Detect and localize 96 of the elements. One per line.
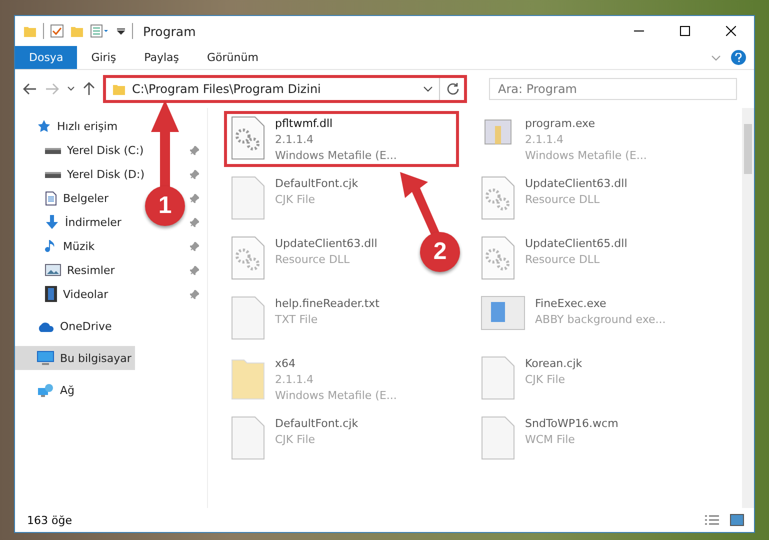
file-name: program.exe [525, 116, 596, 132]
file-item[interactable]: x64 2.1.1.4 Windows Metafile (E... [224, 351, 404, 407]
drive-icon [45, 145, 61, 155]
sidebar-item[interactable]: Videolar [15, 282, 112, 306]
file-detail: CJK File [525, 372, 566, 388]
file-detail: Resource DLL [275, 252, 351, 268]
sidebar-item[interactable]: Hızlı erişim [15, 114, 122, 138]
blank-file-icon [481, 356, 515, 400]
file-item[interactable]: pfltwmf.dll 2.1.1.4 Windows Metafile (E... [224, 111, 459, 167]
refresh-icon[interactable] [446, 82, 460, 96]
file-detail: Resource DLL [525, 252, 601, 268]
file-name: FineExec.exe [535, 296, 608, 312]
blank-file-icon [231, 176, 265, 220]
sidebar-item[interactable]: Belgeler [15, 186, 112, 210]
file-item[interactable]: DefaultFont.cjk CJK File [224, 171, 366, 227]
file-detail: WCM File [525, 432, 576, 448]
close-icon[interactable] [726, 26, 736, 36]
scrollbar-thumb[interactable] [744, 124, 752, 174]
sidebar-item[interactable]: OneDrive [15, 314, 116, 338]
star-icon [37, 119, 51, 133]
sidebar-item[interactable]: İndirmeler [15, 210, 126, 234]
file-item[interactable]: FineExec.exe ABBY background exe... [474, 291, 673, 347]
file-item[interactable]: UpdateClient65.dll Resource DLL [474, 231, 634, 287]
blank-file-icon [231, 416, 265, 460]
file-detail: Windows Metafile (E... [275, 148, 397, 164]
file-name: DefaultFont.cjk [275, 416, 358, 432]
file-detail: Windows Metafile (E... [525, 148, 647, 164]
file-item[interactable]: program.exe 2.1.1.4 Windows Metafile (E... [474, 111, 654, 167]
address-field[interactable]: C:\Program Files\Program Dizini [103, 75, 467, 103]
down-arrow-icon [45, 214, 59, 230]
sidebar-item[interactable]: Yerel Disk (C:) [15, 138, 148, 162]
file-detail: Resource DLL [525, 192, 601, 208]
blank-file-icon [231, 296, 265, 340]
sidebar-item[interactable]: Müzik [15, 234, 99, 258]
file-name: x64 [275, 356, 297, 372]
file-item[interactable]: help.fineReader.txt TXT File [224, 291, 386, 347]
file-detail: ABBY background exe... [535, 312, 666, 328]
file-gears-icon [231, 116, 265, 160]
ribbon-tab[interactable]: Giriş [77, 46, 130, 69]
picture-icon [45, 264, 61, 276]
file-detail: CJK File [275, 432, 316, 448]
drive-icon [45, 169, 61, 179]
file-item[interactable]: Korean.cjk CJK File [474, 351, 590, 407]
file-name: SndToWP16.wcm [525, 416, 618, 432]
sidebar-item[interactable]: Bu bilgisayar [15, 346, 136, 370]
document-icon [45, 190, 57, 206]
application-window-icon [481, 296, 525, 330]
chevron-down-icon[interactable] [67, 86, 75, 92]
blank-file-icon [481, 416, 515, 460]
file-name: UpdateClient63.dll [525, 176, 628, 192]
file-detail: 2.1.1.4 [275, 372, 314, 388]
search-field[interactable]: Ara: Program [489, 78, 737, 100]
folder-icon [23, 24, 37, 38]
file-detail: 2.1.1.4 [275, 132, 314, 148]
film-icon [45, 286, 57, 302]
music-note-icon [45, 238, 57, 254]
file-name: Korean.cjk [525, 356, 582, 372]
sidebar-item[interactable]: Resimler [15, 258, 119, 282]
up-arrow-icon[interactable] [83, 82, 95, 96]
file-detail: TXT File [275, 312, 319, 328]
file-gears-icon [481, 236, 515, 280]
file-detail: CJK File [275, 192, 316, 208]
file-item[interactable]: SndToWP16.wcm WCM File [474, 411, 626, 467]
file-item[interactable]: UpdateClient63.dll Resource DLL [474, 171, 634, 227]
file-detail: 2.1.1.4 [525, 132, 564, 148]
file-name: UpdateClient65.dll [525, 236, 628, 252]
folder-icon [112, 82, 126, 96]
folder-icon [70, 24, 84, 38]
file-name: DefaultFont.cjk [275, 176, 358, 192]
chevron-down-icon[interactable] [423, 86, 433, 92]
file-item[interactable]: DefaultFont.cjk CJK File [224, 411, 366, 467]
file-name: pfltwmf.dll [275, 116, 334, 132]
monitor-icon [37, 351, 54, 365]
file-gears-icon [481, 176, 515, 220]
properties-icon[interactable] [90, 24, 110, 38]
sidebar-item[interactable]: Ağ [15, 378, 79, 402]
details-view-icon[interactable] [704, 514, 720, 526]
back-arrow-icon[interactable] [23, 83, 37, 95]
dropdown-icon[interactable] [116, 26, 126, 36]
ribbon-tab[interactable]: Paylaş [130, 46, 193, 69]
file-item[interactable]: UpdateClient63.dll Resource DLL [224, 231, 384, 287]
window-title: Program [143, 24, 196, 38]
cloud-icon [37, 320, 54, 332]
help-icon[interactable] [731, 50, 746, 65]
file-gears-icon [231, 236, 265, 280]
file-detail: Windows Metafile (E... [275, 388, 397, 404]
file-name: UpdateClient63.dll [275, 236, 378, 252]
ribbon-tab[interactable]: Görünüm [193, 46, 272, 69]
file-name: help.fineReader.txt [275, 296, 380, 312]
sidebar-item[interactable]: Yerel Disk (D:) [15, 162, 149, 186]
network-icon [37, 382, 54, 398]
ribbon-tab[interactable]: Dosya [15, 46, 78, 69]
thumbnail-view-icon[interactable] [730, 514, 744, 526]
maximize-icon[interactable] [680, 26, 690, 36]
checklist-icon[interactable] [50, 24, 64, 38]
item-count: 163 öğe [27, 514, 72, 526]
